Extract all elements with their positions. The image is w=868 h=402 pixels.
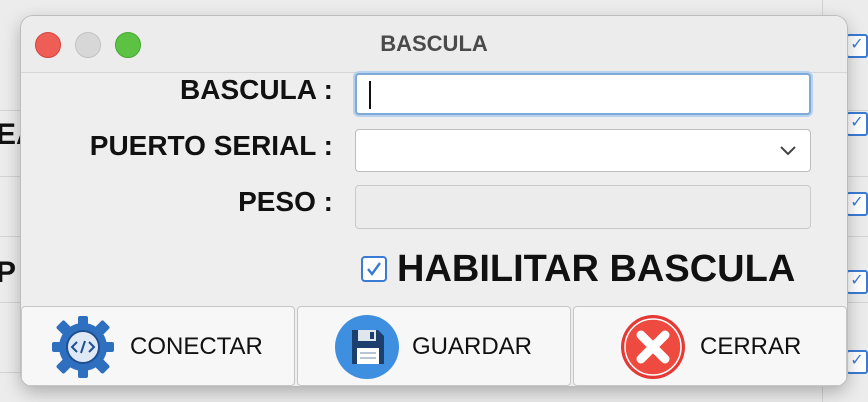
habilitar-bascula-checkbox[interactable] (361, 256, 387, 282)
cerrar-button[interactable]: CERRAR (573, 306, 847, 386)
window-title: BASCULA (380, 31, 488, 56)
conectar-label: CONECTAR (130, 333, 263, 360)
text-caret (369, 81, 371, 109)
background-checkbox[interactable]: ✓ (846, 350, 868, 374)
cerrar-label: CERRAR (700, 333, 802, 360)
background-checkbox[interactable]: ✓ (846, 192, 868, 216)
chevron-down-icon (780, 146, 796, 156)
guardar-label: GUARDAR (412, 333, 533, 360)
background-checkbox[interactable]: ✓ (846, 34, 868, 58)
bascula-dialog: BASCULA BASCULA : PUERTO SERIAL : PESO :… (21, 16, 847, 386)
bascula-label: BASCULA : (180, 74, 333, 105)
background-checkbox[interactable]: ✓ (846, 112, 868, 136)
checkmark-icon (367, 262, 381, 276)
bascula-input[interactable] (355, 73, 811, 115)
background-text-fragment: P (0, 256, 17, 289)
peso-label: PESO : (238, 186, 333, 217)
peso-field (355, 185, 811, 229)
puerto-serial-select[interactable] (355, 129, 811, 172)
gear-code-icon (52, 316, 114, 378)
red-x-icon (621, 315, 685, 379)
puerto-serial-label: PUERTO SERIAL : (89, 130, 333, 161)
conectar-button[interactable]: CONECTAR (21, 306, 295, 386)
background-checkbox[interactable]: ✓ (846, 270, 868, 294)
guardar-button[interactable]: GUARDAR (297, 306, 571, 386)
floppy-disk-icon (335, 315, 399, 379)
habilitar-bascula-label[interactable]: HABILITAR BASCULA (397, 248, 795, 291)
title-bar[interactable]: BASCULA (21, 16, 847, 73)
